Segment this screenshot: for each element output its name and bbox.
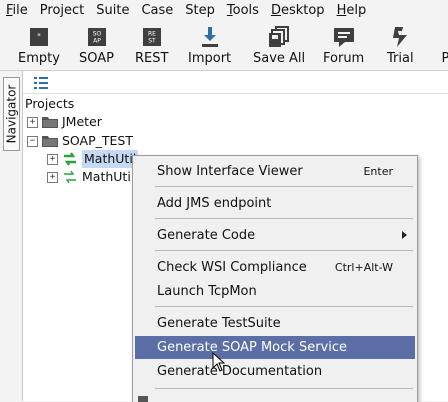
tree-item-jmeter[interactable]: + JMeter [27,113,102,131]
menu-separator [155,186,413,187]
folder-icon [42,117,58,128]
menu-tools[interactable]: Tools [221,0,265,22]
projects-root[interactable]: Projects [25,95,74,113]
svg-text:RE: RE [148,31,156,38]
rest-icon: RE ST [140,26,164,48]
side-strip: Navigator [0,71,23,401]
import-icon [198,26,222,48]
forum-icon [332,26,356,48]
menu-launch-tcpmon[interactable]: Launch TcpMon [135,280,415,303]
expand-icon[interactable]: + [47,171,58,183]
forum-button[interactable]: Forum [323,24,364,68]
menu-desktop[interactable]: Desktop [265,0,331,22]
import-button[interactable]: Import [188,24,231,68]
tree-item-soap-test[interactable]: − SOAP_TEST [27,132,133,150]
menu-add-jms-endpoint[interactable]: Add JMS endpoint [135,192,415,215]
menu-generate-testsuite[interactable]: Generate TestSuite [135,312,415,335]
partial-menu-item-icon [138,396,148,402]
pro-button[interactable]: Pr [436,24,448,68]
svg-text:SO: SO [92,31,101,38]
save-all-icon [267,26,291,48]
menu-separator [155,388,413,389]
submenu-arrow-icon [402,231,407,239]
menu-step[interactable]: Step [179,0,221,22]
menu-generate-documentation[interactable]: Generate Documentation [135,360,415,383]
trial-button[interactable]: Trial [387,24,414,68]
context-menu: Show Interface Viewer Enter Add JMS endp… [132,155,418,402]
menu-file[interactable]: File [0,0,34,22]
menu-case[interactable]: Case [135,0,179,22]
menu-show-interface-viewer[interactable]: Show Interface Viewer Enter [135,160,415,183]
menu-generate-code[interactable]: Generate Code [135,224,415,247]
mouse-cursor-icon [212,351,226,372]
menu-check-wsi-compliance[interactable]: Check WSI Compliance Ctrl+Alt-W [135,256,415,279]
svg-text:*: * [37,32,41,40]
trial-icon [388,26,412,48]
navigator-tab[interactable]: Navigator [3,77,20,151]
tree-item-interface-2[interactable]: + MathUti [47,168,131,186]
menu-separator [155,306,413,307]
soap-icon: SO AP [85,26,109,48]
menu-help[interactable]: Help [331,0,373,22]
rest-project-button[interactable]: RE ST REST [135,24,168,68]
collapse-icon[interactable]: − [27,135,38,147]
save-all-button[interactable]: Save All [253,24,305,68]
menu-bar: File Project Suite Case Step Tools Deskt… [0,0,448,22]
interface-outline-icon [64,170,76,184]
expand-icon[interactable]: + [27,116,38,128]
folder-icon [42,136,58,147]
menu-project[interactable]: Project [34,0,90,22]
interface-icon [64,152,76,166]
svg-text:AP: AP [93,38,101,45]
main-toolbar: * Empty SO AP SOAP RE ST REST Import Save … [0,22,448,71]
menu-separator [155,218,413,219]
svg-text:ST: ST [148,38,156,45]
menu-suite[interactable]: Suite [90,0,135,22]
empty-project-icon: * [27,26,51,48]
empty-project-button[interactable]: * Empty [18,24,60,68]
tree-item-interface-1[interactable]: + MathUtil [47,150,139,168]
soap-project-button[interactable]: SO AP SOAP [79,24,114,68]
menu-generate-soap-mock-service[interactable]: Generate SOAP Mock Service [135,336,415,359]
menu-separator [155,250,413,251]
pro-icon [436,26,448,48]
navigator-toolbar [23,71,448,94]
expand-icon[interactable]: + [47,153,58,165]
list-view-icon[interactable] [34,77,48,89]
